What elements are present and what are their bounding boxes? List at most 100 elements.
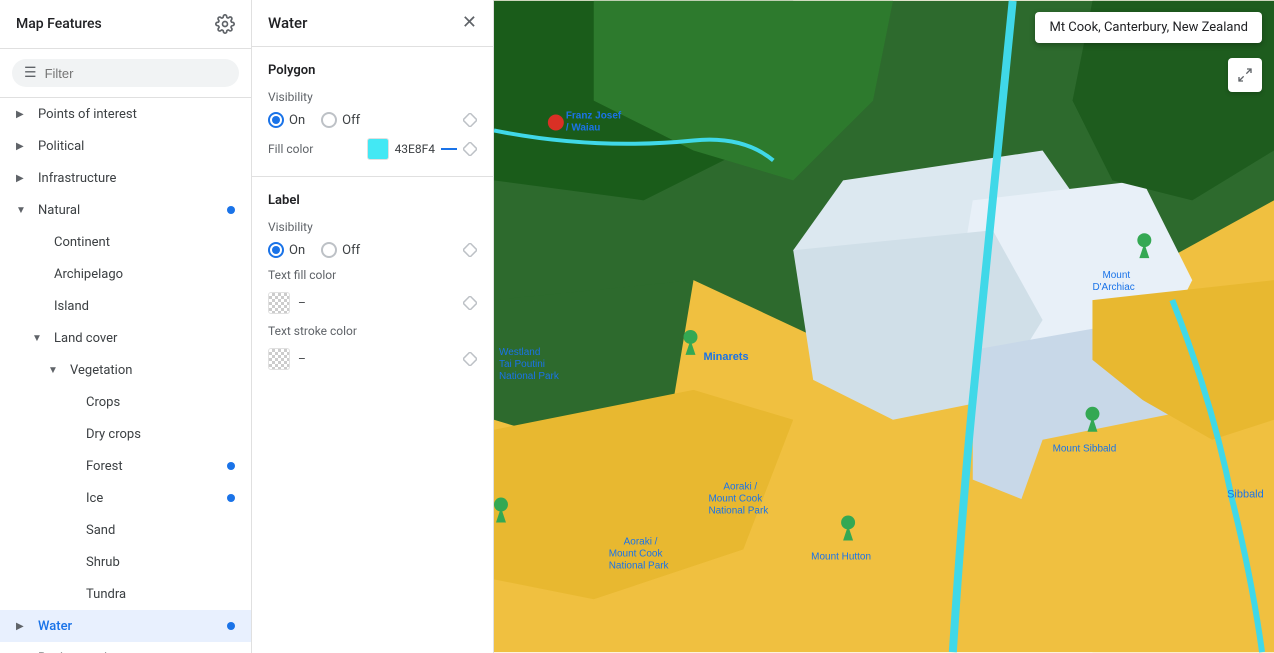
sidebar-item-label: Crops xyxy=(86,395,120,410)
collapse-arrow: ▼ xyxy=(16,202,32,218)
sidebar-item-ice[interactable]: Ice xyxy=(0,482,251,514)
no-arrow xyxy=(32,234,48,250)
sidebar-item-label: Island xyxy=(54,299,89,314)
sidebar-item-crops[interactable]: Crops xyxy=(0,386,251,418)
svg-text:Aoraki /: Aoraki / xyxy=(723,482,757,493)
no-arrow xyxy=(64,458,80,474)
sidebar-item-label: Water xyxy=(38,619,72,634)
radio-option-on[interactable]: On xyxy=(268,112,305,128)
no-arrow xyxy=(32,298,48,314)
sidebar-item-label: Ice xyxy=(86,491,103,506)
radio-row-label-visibility: On Off xyxy=(268,242,477,258)
map-search-box[interactable]: Mt Cook, Canterbury, New Zealand xyxy=(1035,12,1262,43)
color-swatch[interactable] xyxy=(367,138,389,160)
radio-option-on[interactable]: On xyxy=(268,242,305,258)
sidebar-item-infrastructure[interactable]: ▶Infrastructure xyxy=(0,162,251,194)
no-arrow xyxy=(64,554,80,570)
radio-label: Off xyxy=(342,113,360,128)
mid-panel-header: Water ✕ xyxy=(252,0,493,47)
sidebar-item-tundra[interactable]: Tundra xyxy=(0,578,251,610)
modified-dot xyxy=(227,462,235,470)
sidebar-item-water[interactable]: ▶ Water xyxy=(0,610,251,642)
map-expand-button[interactable] xyxy=(1228,58,1262,92)
sidebar-item-island[interactable]: Island xyxy=(0,290,251,322)
radio-option-off[interactable]: Off xyxy=(321,112,360,128)
svg-text:National Park: National Park xyxy=(609,560,669,571)
close-icon[interactable]: ✕ xyxy=(462,14,477,32)
no-arrow xyxy=(64,490,80,506)
svg-text:Aoraki /: Aoraki / xyxy=(624,536,658,547)
radio-circle xyxy=(321,112,337,128)
field-label-text-stroke-color: Text stroke color xyxy=(268,324,477,338)
expand-arrow: ▶ xyxy=(16,618,32,634)
field-block-text-stroke-color: Text stroke color – xyxy=(268,324,477,370)
sidebar-item-points-of-interest[interactable]: ▶ Points of interest xyxy=(0,98,251,130)
sidebar-item-label: Tundra xyxy=(86,587,126,602)
color-field-label: Fill color xyxy=(268,142,313,156)
svg-text:Mount Cook: Mount Cook xyxy=(609,548,663,559)
collapse-arrow: ▼ xyxy=(48,362,64,378)
expand-arrow: ▶ xyxy=(16,138,32,154)
sidebar-item-archipelago[interactable]: Archipelago xyxy=(0,258,251,290)
diamond-icon[interactable] xyxy=(463,142,477,156)
gear-icon[interactable] xyxy=(215,14,235,34)
no-arrow xyxy=(64,586,80,602)
filter-icon: ☰ xyxy=(24,65,37,81)
svg-text:Mount Cook: Mount Cook xyxy=(708,494,762,505)
panel-title: Map Features xyxy=(16,16,102,32)
expand-arrow: ▶ xyxy=(16,106,32,122)
sidebar-item-label: Vegetation xyxy=(70,363,132,378)
field-label-label-visibility: Visibility xyxy=(268,220,477,234)
sidebar-item-political[interactable]: ▶Political xyxy=(0,130,251,162)
diamond-icon[interactable] xyxy=(463,243,477,257)
svg-text:Tai Poutini: Tai Poutini xyxy=(499,359,545,370)
radio-circle xyxy=(268,242,284,258)
radio-row-visibility: On Off xyxy=(268,112,477,128)
color-dash-value: – xyxy=(298,352,455,366)
radio-option-off[interactable]: Off xyxy=(321,242,360,258)
color-swatch-checker[interactable] xyxy=(268,348,290,370)
diamond-icon[interactable] xyxy=(463,113,477,127)
map-svg: WEST COAST CANTERBURY WEST COAST CANTERB… xyxy=(494,0,1274,653)
modified-dot xyxy=(227,494,235,502)
sidebar-item-background[interactable]: Background xyxy=(0,642,251,653)
no-arrow xyxy=(64,426,80,442)
sidebar-item-label: Land cover xyxy=(54,331,117,346)
section-label: LabelVisibilityOnOffText fill color–Text… xyxy=(252,177,493,386)
panel-header: Map Features xyxy=(0,0,251,49)
sidebar-item-label: Forest xyxy=(86,459,123,474)
left-panel: Map Features ☰ ▶ Points of interest ▶Polit… xyxy=(0,0,252,653)
field-label-text-fill-color: Text fill color xyxy=(268,268,477,282)
field-label-visibility: Visibility xyxy=(268,90,477,104)
svg-text:D'Archiac: D'Archiac xyxy=(1092,282,1134,293)
svg-text:Minarets: Minarets xyxy=(703,351,748,363)
diamond-icon[interactable] xyxy=(463,352,477,366)
mid-panel: Water ✕ PolygonVisibilityOnOffFill color… xyxy=(252,0,494,653)
radio-circle xyxy=(268,112,284,128)
filter-input[interactable] xyxy=(45,66,227,81)
diamond-icon[interactable] xyxy=(463,296,477,310)
color-dash-value: – xyxy=(298,296,455,310)
radio-label: Off xyxy=(342,243,360,258)
modified-dot xyxy=(227,206,235,214)
svg-text:/ Waiau: / Waiau xyxy=(566,123,601,134)
sidebar-item-continent[interactable]: Continent xyxy=(0,226,251,258)
sidebar-item-forest[interactable]: Forest xyxy=(0,450,251,482)
dash-icon xyxy=(441,148,457,150)
sidebar-item-label: Archipelago xyxy=(54,267,123,282)
sidebar-item-label: Points of interest xyxy=(38,107,137,122)
color-dash-row: – xyxy=(268,348,477,370)
sidebar-item-land-cover[interactable]: ▼Land cover xyxy=(0,322,251,354)
section-heading: Label xyxy=(268,193,477,208)
sidebar-item-shrub[interactable]: Shrub xyxy=(0,546,251,578)
sidebar-item-sand[interactable]: Sand xyxy=(0,514,251,546)
sidebar-item-dry-crops[interactable]: Dry crops xyxy=(0,418,251,450)
svg-text:Sibbald: Sibbald xyxy=(1227,489,1264,501)
sidebar-item-label: Sand xyxy=(86,523,115,538)
section-polygon: PolygonVisibilityOnOffFill color43E8F4 xyxy=(252,47,493,177)
color-swatch-checker[interactable] xyxy=(268,292,290,314)
sidebar-item-natural[interactable]: ▼Natural xyxy=(0,194,251,226)
svg-text:Mount Hutton: Mount Hutton xyxy=(811,551,871,562)
sidebar-item-vegetation[interactable]: ▼ Vegetation xyxy=(0,354,251,386)
sidebar-item-label: Continent xyxy=(54,235,110,250)
